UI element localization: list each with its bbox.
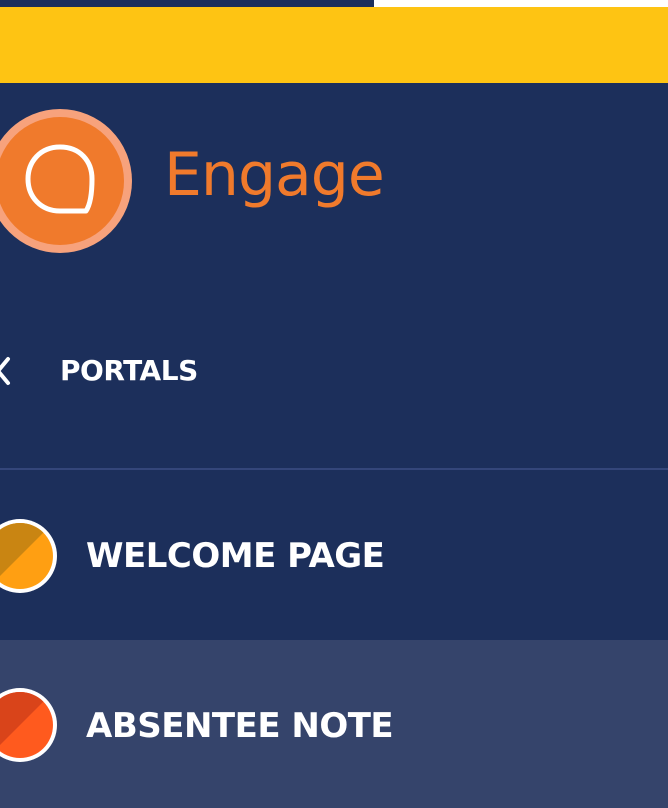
portal-color-dot-icon [0, 519, 57, 593]
portal-color-dot-icon [0, 688, 57, 762]
brand-logo[interactable]: Engage [0, 83, 668, 283]
top-strip-dark [0, 0, 374, 7]
back-label: PORTALS [60, 354, 198, 387]
back-to-portals[interactable]: PORTALS [0, 331, 668, 415]
portal-label: WELCOME PAGE [86, 536, 385, 576]
portal-item-welcome-page[interactable]: WELCOME PAGE [0, 471, 668, 639]
portal-label: ABSENTEE NOTE [86, 706, 394, 746]
top-accent-bar [0, 7, 668, 83]
chevron-left-icon [0, 357, 10, 385]
sidebar: Engage PORTALS WELCOME PAGE ABSENTEE NOT… [0, 83, 668, 808]
engage-logo-icon [0, 109, 132, 253]
sidebar-divider [0, 468, 668, 470]
portal-item-absentee-note[interactable]: ABSENTEE NOTE [0, 640, 668, 808]
brand-name: Engage [164, 140, 385, 210]
